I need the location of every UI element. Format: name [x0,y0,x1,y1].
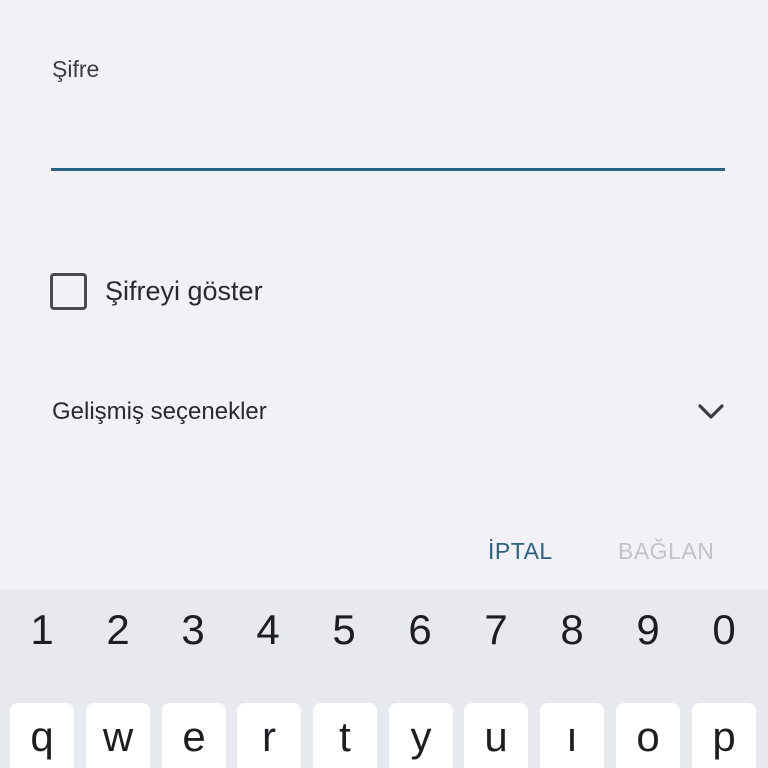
show-password-label: Şifreyi göster [105,275,263,306]
on-screen-keyboard: 1 2 3 4 5 6 7 8 9 0 q w e r t y u ı o p [0,590,768,768]
key-4[interactable]: 4 [238,606,298,654]
key-w[interactable]: w [86,703,150,768]
key-p[interactable]: p [692,703,756,768]
key-3[interactable]: 3 [163,606,223,654]
key-t[interactable]: t [313,703,377,768]
key-o[interactable]: o [616,703,680,768]
key-y[interactable]: y [389,703,453,768]
key-u[interactable]: u [464,703,528,768]
key-8[interactable]: 8 [542,606,602,654]
keyboard-number-row: 1 2 3 4 5 6 7 8 9 0 [0,606,768,656]
key-2[interactable]: 2 [88,606,148,654]
advanced-options-label: Gelişmiş seçenekler [52,398,267,425]
keyboard-letter-row: q w e r t y u ı o p [0,703,768,768]
advanced-options-row[interactable]: Gelişmiş seçenekler [52,390,726,434]
key-0[interactable]: 0 [694,606,754,654]
key-6[interactable]: 6 [390,606,450,654]
show-password-checkbox[interactable] [50,272,87,310]
wifi-password-dialog: Şifre Şifreyi göster Gelişmiş seçenekler… [0,0,768,590]
cancel-button[interactable]: İPTAL [488,538,553,565]
chevron-down-icon[interactable] [696,397,726,427]
key-5[interactable]: 5 [314,606,374,654]
password-input[interactable] [51,100,725,171]
key-r[interactable]: r [237,703,301,768]
key-e[interactable]: e [162,703,226,768]
key-7[interactable]: 7 [466,606,526,654]
key-dotless-i[interactable]: ı [540,703,604,768]
show-password-toggle[interactable]: Şifreyi göster [50,272,263,310]
password-label: Şifre [52,56,100,82]
key-q[interactable]: q [10,703,74,768]
key-1[interactable]: 1 [12,606,72,654]
connect-button[interactable]: BAĞLAN [618,538,714,565]
key-9[interactable]: 9 [618,606,678,654]
